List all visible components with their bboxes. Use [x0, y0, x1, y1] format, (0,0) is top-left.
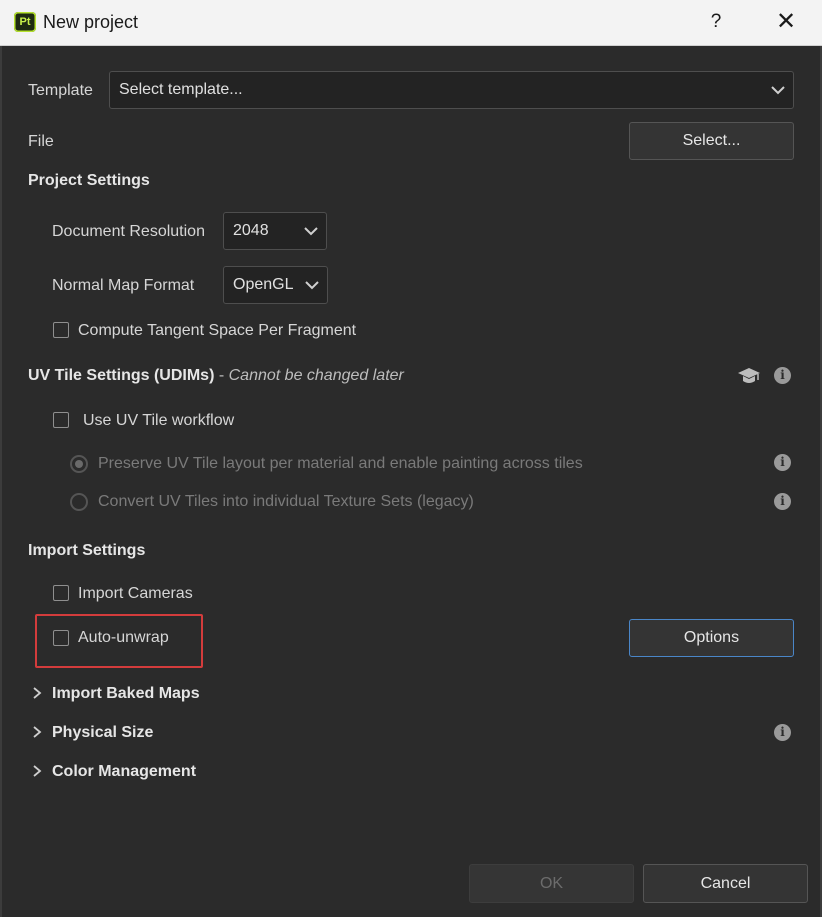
file-select-button[interactable]: Select...: [629, 122, 794, 160]
import-settings-header: Import Settings: [28, 542, 146, 559]
chevron-down-icon: [771, 86, 785, 95]
template-dropdown[interactable]: Select template...: [109, 71, 794, 109]
auto-unwrap-checkbox[interactable]: [53, 630, 69, 646]
document-resolution-label: Document Resolution: [52, 223, 205, 240]
chevron-down-icon: [305, 281, 319, 290]
radio-preserve-uv-tile[interactable]: [70, 455, 88, 473]
compute-tangent-checkbox[interactable]: [53, 322, 69, 338]
compute-tangent-label: Compute Tangent Space Per Fragment: [78, 322, 357, 339]
ok-button[interactable]: OK: [469, 864, 634, 903]
normal-map-format-value: OpenGL: [233, 276, 294, 293]
uv-tile-settings-header: UV Tile Settings (UDIMs) - Cannot be cha…: [28, 367, 404, 385]
info-icon[interactable]: i: [774, 493, 791, 510]
close-button[interactable]: ✕: [774, 8, 798, 36]
project-settings-header: Project Settings: [28, 172, 150, 189]
chevron-right-icon[interactable]: [32, 726, 42, 738]
file-select-button-label: Select...: [682, 132, 741, 149]
title-bar: Pt New project ? ✕: [0, 0, 822, 46]
section-import-baked-maps[interactable]: Import Baked Maps: [52, 685, 200, 703]
file-label: File: [28, 133, 54, 150]
help-button[interactable]: ?: [704, 8, 728, 36]
graduation-cap-icon[interactable]: [737, 366, 761, 386]
window-edge-left: [0, 45, 2, 917]
info-icon[interactable]: i: [774, 454, 791, 471]
section-physical-size[interactable]: Physical Size: [52, 724, 153, 742]
normal-map-format-label: Normal Map Format: [52, 277, 195, 294]
import-cameras-label: Import Cameras: [78, 585, 193, 602]
radio-convert-uv-tiles-label: Convert UV Tiles into individual Texture…: [98, 493, 474, 510]
chevron-down-icon: [304, 227, 318, 236]
uv-tile-separator: -: [218, 367, 225, 384]
cancel-button-label: Cancel: [700, 874, 751, 892]
template-dropdown-value: Select template...: [119, 81, 243, 98]
template-label: Template: [28, 82, 93, 99]
chevron-right-icon[interactable]: [32, 765, 42, 777]
document-resolution-dropdown[interactable]: 2048: [223, 212, 327, 250]
use-uv-tile-checkbox[interactable]: [53, 412, 69, 428]
use-uv-tile-label: Use UV Tile workflow: [83, 412, 235, 429]
app-icon: Pt: [14, 12, 36, 32]
document-resolution-value: 2048: [233, 222, 269, 239]
normal-map-format-dropdown[interactable]: OpenGL: [223, 266, 328, 304]
info-icon[interactable]: i: [774, 367, 791, 384]
options-button-label: Options: [683, 629, 740, 646]
radio-convert-uv-tiles[interactable]: [70, 493, 88, 511]
section-color-management[interactable]: Color Management: [52, 763, 196, 781]
options-button[interactable]: Options: [629, 619, 794, 657]
uv-tile-settings-title: UV Tile Settings (UDIMs): [28, 367, 215, 384]
ok-button-label: OK: [539, 874, 564, 892]
window-title: New project: [43, 12, 139, 32]
chevron-right-icon[interactable]: [32, 687, 42, 699]
import-cameras-checkbox[interactable]: [53, 585, 69, 601]
uv-tile-note: Cannot be changed later: [228, 367, 404, 384]
radio-preserve-uv-tile-label: Preserve UV Tile layout per material and…: [98, 455, 583, 472]
info-icon[interactable]: i: [774, 724, 791, 741]
auto-unwrap-label: Auto-unwrap: [78, 629, 169, 646]
cancel-button[interactable]: Cancel: [643, 864, 808, 903]
